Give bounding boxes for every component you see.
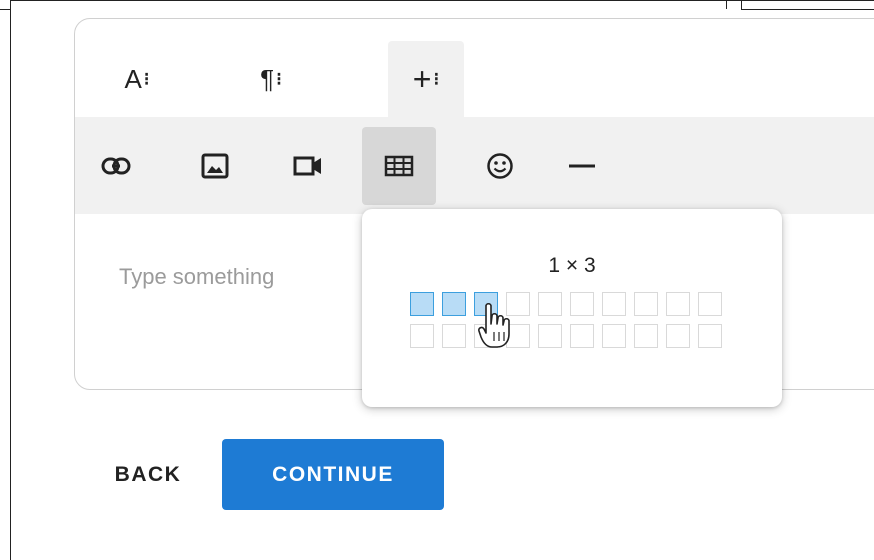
table-grid-cell[interactable] — [602, 324, 626, 348]
insert-tab[interactable]: + ⁝ — [388, 41, 464, 117]
more-dots-icon: ⁝ — [276, 68, 282, 89]
table-grid-cell[interactable] — [570, 324, 594, 348]
editor-tabs: A ⁝ ¶ ⁝ + ⁝ — [75, 19, 874, 117]
plus-icon: + — [412, 60, 432, 97]
divider — [741, 9, 874, 10]
emoji-icon — [487, 153, 513, 179]
table-grid-cell[interactable] — [634, 324, 658, 348]
table-grid-cell[interactable] — [666, 324, 690, 348]
table-grid-cell[interactable] — [634, 292, 658, 316]
divider — [726, 0, 727, 9]
table-grid-cell[interactable] — [410, 324, 434, 348]
table-cell-grid — [410, 292, 724, 350]
text-format-icon: A — [124, 63, 142, 94]
table-icon — [384, 155, 414, 177]
continue-button[interactable]: CONTINUE — [222, 439, 444, 510]
table-grid-cell[interactable] — [538, 324, 562, 348]
text-format-tab[interactable]: A ⁝ — [99, 41, 175, 117]
image-icon — [201, 153, 229, 179]
table-grid-cell[interactable] — [602, 292, 626, 316]
table-grid-cell[interactable] — [442, 292, 466, 316]
divider — [741, 0, 742, 9]
insert-link-button[interactable] — [79, 127, 153, 205]
table-grid-cell[interactable] — [666, 292, 690, 316]
paragraph-format-tab[interactable]: ¶ ⁝ — [233, 41, 309, 117]
video-icon — [293, 156, 321, 176]
insert-table-button[interactable] — [362, 127, 436, 205]
insert-emoji-button[interactable] — [463, 127, 537, 205]
editor-placeholder: Type something — [119, 264, 275, 289]
table-size-picker: 1 × 3 — [362, 209, 782, 407]
table-grid-cell[interactable] — [442, 324, 466, 348]
hand-cursor-icon — [478, 302, 512, 355]
table-size-label: 1 × 3 — [548, 254, 596, 277]
back-button[interactable]: BACK — [88, 440, 208, 510]
more-dots-icon: ⁝ — [433, 68, 440, 89]
table-grid-cell[interactable] — [410, 292, 434, 316]
insert-toolbar — [75, 117, 874, 214]
insert-image-button[interactable] — [178, 127, 252, 205]
table-grid-cell[interactable] — [538, 292, 562, 316]
table-grid-cell[interactable] — [570, 292, 594, 316]
table-grid-cell[interactable] — [698, 324, 722, 348]
more-dots-icon: ⁝ — [143, 68, 150, 89]
table-grid-cell[interactable] — [698, 292, 722, 316]
divider — [0, 9, 10, 10]
horizontal-line-icon — [569, 164, 595, 168]
insert-horizontal-line-button[interactable] — [545, 127, 619, 205]
link-icon — [101, 157, 131, 175]
insert-video-button[interactable] — [271, 127, 345, 205]
paragraph-icon: ¶ — [260, 63, 275, 94]
